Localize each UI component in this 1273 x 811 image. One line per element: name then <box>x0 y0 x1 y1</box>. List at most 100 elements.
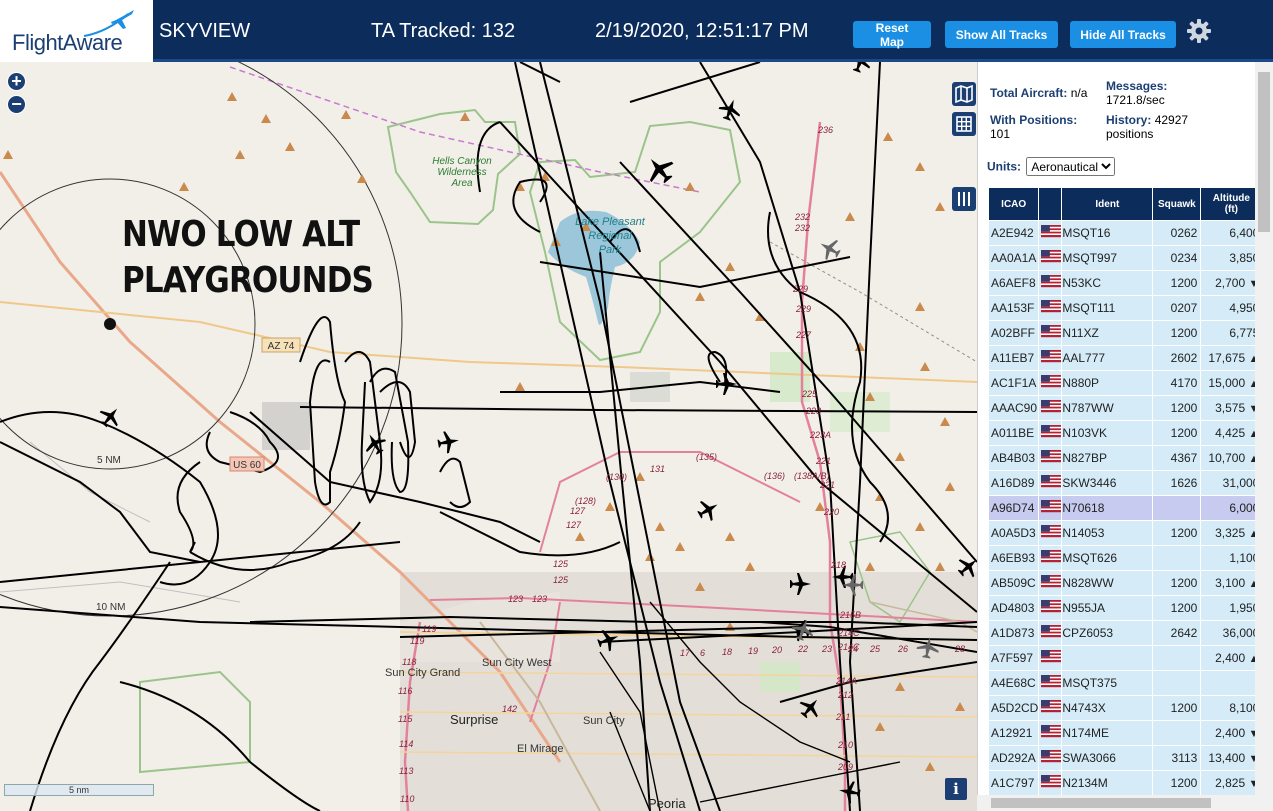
label-exit-211: 211 <box>835 712 850 722</box>
panel-vertical-scrollbar[interactable] <box>1255 62 1273 811</box>
col-icao[interactable]: ICAO <box>989 188 1039 220</box>
row-ident: MSQT375 <box>1062 671 1153 695</box>
col-flag[interactable] <box>1039 188 1062 220</box>
col-altitude[interactable]: Altitude (ft) <box>1201 188 1262 220</box>
row-altitude: 2,400 ▲ <box>1201 646 1262 670</box>
aircraft-row[interactable]: A7F597 2,400 ▲ <box>989 646 1262 670</box>
row-squawk: 3113 <box>1153 746 1201 770</box>
aircraft-row[interactable]: AD4803 N955JA 1200 1,950 <box>989 596 1262 620</box>
aircraft-row[interactable]: A1D873 CPZ6053 2642 36,000 <box>989 621 1262 645</box>
flightaware-logo[interactable]: FlightAware <box>0 0 153 62</box>
label-exit-130: (130) <box>606 472 627 482</box>
label-exit-119b: 119 <box>410 636 424 646</box>
col-squawk[interactable]: Squawk <box>1153 188 1201 220</box>
row-altitude: 8,100 <box>1201 696 1262 720</box>
aircraft-row[interactable]: A11EB7 AAL777 2602 17,675 ▲ <box>989 346 1262 370</box>
row-icao: AC1F1A <box>989 371 1039 395</box>
aircraft-row[interactable]: A1C797 N2134M 1200 2,825 ▼ <box>989 771 1262 795</box>
row-flag <box>1039 246 1062 270</box>
row-icao: A6AEF8 <box>989 271 1039 295</box>
columns-toggle-button[interactable] <box>952 187 976 211</box>
label-exit-135: (135) <box>696 452 717 462</box>
panel-horizontal-scrollbar[interactable] <box>977 795 1255 811</box>
row-squawk: 1200 <box>1153 521 1201 545</box>
aircraft-row[interactable]: AA153F MSQT111 0207 4,950 <box>989 296 1262 320</box>
us-flag-icon <box>1041 325 1062 338</box>
zoom-in-button[interactable]: + <box>7 72 26 91</box>
aircraft-row[interactable]: A2E942 MSQT16 0262 6,400 <box>989 221 1262 245</box>
label-us60: US 60 <box>233 460 261 471</box>
row-altitude-value: 15,000 <box>1208 376 1246 390</box>
row-squawk: 0262 <box>1153 221 1201 245</box>
row-altitude: 2,400 ▼ <box>1201 721 1262 745</box>
aircraft-row[interactable]: AA0A1A MSQT997 0234 3,850 <box>989 246 1262 270</box>
map-layers-button[interactable] <box>952 82 976 106</box>
reset-map-button[interactable]: Reset Map <box>853 21 931 49</box>
header-bar: FlightAware SKYVIEW TA Tracked: 132 2/19… <box>0 0 1273 62</box>
aircraft-row[interactable]: A02BFF N11XZ 1200 6,775 <box>989 321 1262 345</box>
row-squawk: 1200 <box>1153 696 1201 720</box>
label-exit-25: 25 <box>869 644 881 654</box>
aircraft-row[interactable]: A0A5D3 N14053 1200 3,325 ▲ <box>989 521 1262 545</box>
us-flag-icon <box>1041 525 1062 538</box>
row-altitude: 13,400 ▼ <box>1201 746 1262 770</box>
label-exit-17: 17 <box>680 648 691 658</box>
gear-icon[interactable] <box>1186 18 1212 44</box>
aircraft-row[interactable]: A12921 N174ME 2,400 ▼ <box>989 721 1262 745</box>
scrollbar-thumb[interactable] <box>1258 72 1270 232</box>
aircraft-row[interactable]: A6EB93 MSQT626 1,100 <box>989 546 1262 570</box>
row-ident: N787WW <box>1062 396 1153 420</box>
row-ident: N70618 <box>1062 496 1153 520</box>
row-altitude-value: 2,400 <box>1215 726 1246 740</box>
aircraft-row[interactable]: AD292A SWA3066 3113 13,400 ▼ <box>989 746 1262 770</box>
row-squawk <box>1153 646 1201 670</box>
map-view[interactable]: Hells Canyon Wilderness Area Lake Pleasa… <box>0 62 977 811</box>
us-flag-icon <box>1041 375 1062 388</box>
row-ident: N103VK <box>1062 421 1153 445</box>
row-altitude: 2,700 ▼ <box>1201 271 1262 295</box>
aircraft-row[interactable]: A6AEF8 N53KC 1200 2,700 ▼ <box>989 271 1262 295</box>
hide-all-tracks-button[interactable]: Hide All Tracks <box>1070 21 1176 48</box>
row-squawk <box>1153 546 1201 570</box>
label-hells-canyon-3: Area <box>450 178 473 189</box>
row-flag <box>1039 546 1062 570</box>
aircraft-row[interactable]: AB509C N828WW 1200 3,100 ▲ <box>989 571 1262 595</box>
row-altitude-value: 10,700 <box>1208 451 1246 465</box>
units-select[interactable]: Aeronautical <box>1026 157 1116 176</box>
total-aircraft-label: Total Aircraft: <box>990 86 1068 100</box>
aircraft-row[interactable]: A4E68C MSQT375 <box>989 671 1262 695</box>
label-lake-pleasant-3: Park <box>599 244 622 256</box>
us-flag-icon <box>1041 775 1062 788</box>
row-squawk: 1200 <box>1153 421 1201 445</box>
row-altitude: 15,000 ▲ <box>1201 371 1262 395</box>
row-icao: AB4B03 <box>989 446 1039 470</box>
col-ident[interactable]: Ident <box>1062 188 1153 220</box>
aircraft-row[interactable]: AAAC90 N787WW 1200 3,575 ▼ <box>989 396 1262 420</box>
aircraft-row[interactable]: A96D74 N70618 6,000 <box>989 496 1262 520</box>
hscrollbar-thumb[interactable] <box>991 798 1211 808</box>
row-squawk: 1200 <box>1153 271 1201 295</box>
aircraft-row[interactable]: A5D2CD N4743X 1200 8,100 <box>989 696 1262 720</box>
zoom-out-button[interactable]: − <box>7 95 26 114</box>
row-icao: AA153F <box>989 296 1039 320</box>
aircraft-row[interactable]: A16D89 SKW3446 1626 31,000 <box>989 471 1262 495</box>
label-exit-221a: 221 <box>815 456 831 466</box>
grid-toggle-button[interactable] <box>952 112 976 136</box>
aircraft-row[interactable]: AC1F1A N880P 4170 15,000 ▲ <box>989 371 1262 395</box>
label-exit-22: 22 <box>797 644 808 654</box>
aircraft-row[interactable]: A011BE N103VK 1200 4,425 ▲ <box>989 421 1262 445</box>
us-flag-icon <box>1041 250 1062 263</box>
show-all-tracks-button[interactable]: Show All Tracks <box>945 21 1058 48</box>
row-altitude-value: 4,425 <box>1215 426 1246 440</box>
map-canvas[interactable]: Hells Canyon Wilderness Area Lake Pleasa… <box>0 62 977 811</box>
row-ident <box>1062 646 1153 670</box>
overlay-line-1: NWO LOW ALT <box>122 214 360 255</box>
aircraft-row[interactable]: AB4B03 N827BP 4367 10,700 ▲ <box>989 446 1262 470</box>
label-5nm-ring: 5 NM <box>97 455 121 466</box>
row-squawk: 1200 <box>1153 771 1201 795</box>
info-button[interactable]: i <box>945 778 967 800</box>
label-exit-128: (128) <box>575 496 596 506</box>
messages-label: Messages: <box>1106 79 1168 93</box>
row-altitude: 6,775 <box>1201 321 1262 345</box>
row-ident: MSQT111 <box>1062 296 1153 320</box>
